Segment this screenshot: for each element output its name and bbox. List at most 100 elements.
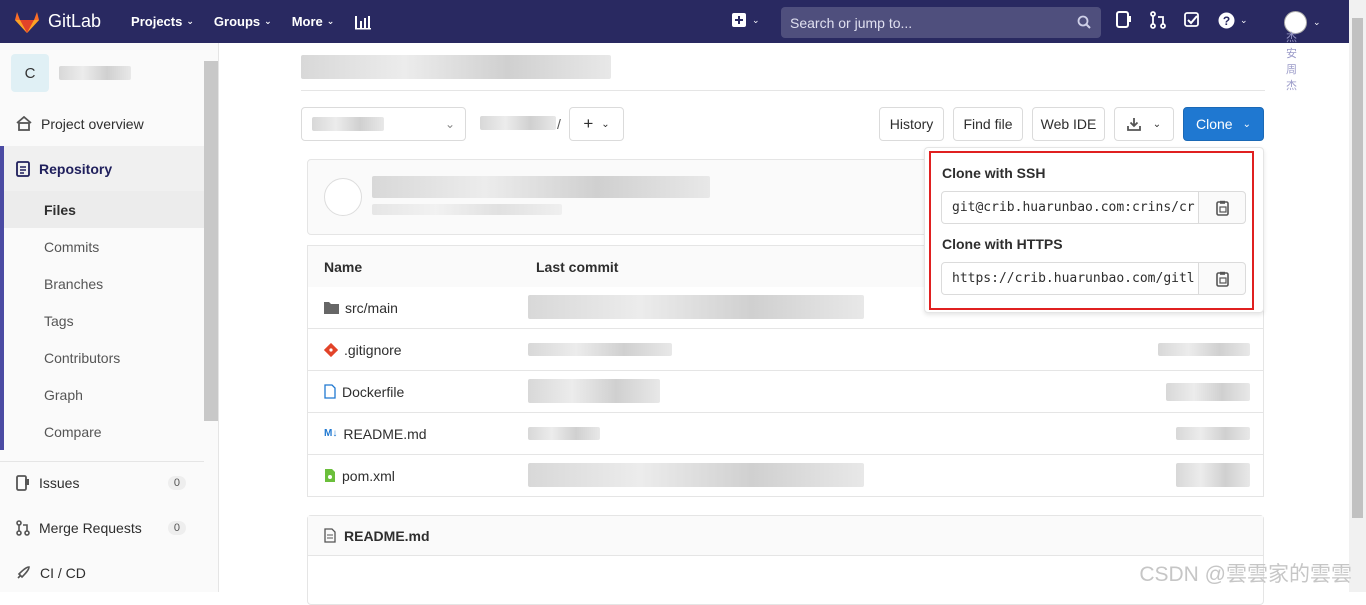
download-dropdown[interactable]: ⌄: [1114, 107, 1174, 141]
branch-name-redacted: [312, 117, 384, 131]
row-commit-redacted: [528, 463, 864, 487]
top-navbar: GitLab Projects ⌄ Groups ⌄ More ⌄ ⌄ Search …: [0, 0, 1349, 43]
page-scrollbar[interactable]: [1349, 0, 1366, 592]
sidebar-item-overview[interactable]: Project overview: [0, 105, 218, 142]
sidebar-item-issues[interactable]: Issues 0: [0, 464, 219, 501]
file-icon: [324, 384, 336, 399]
sidebar-item-ci-cd[interactable]: CI / CD: [0, 554, 219, 591]
chevron-down-icon: ⌄: [752, 14, 760, 25]
clone-button-label: Clone: [1196, 116, 1233, 132]
markdown-icon: M↓: [324, 428, 338, 439]
row-date-redacted: [1158, 343, 1250, 356]
web-ide-button[interactable]: Web IDE: [1032, 107, 1105, 141]
table-row[interactable]: M↓ README.md: [307, 413, 1264, 455]
folder-icon: [324, 302, 339, 314]
gitlab-fox-icon: [15, 11, 39, 33]
sidebar-scrollbar[interactable]: [204, 61, 218, 421]
copy-ssh-button[interactable]: [1198, 191, 1246, 224]
sidebar-sub-contributors[interactable]: Contributors: [0, 339, 218, 376]
table-row[interactable]: .gitignore: [307, 329, 1264, 371]
readme-header: README.md: [308, 516, 1263, 556]
chevron-down-icon: ⌄: [601, 118, 610, 130]
nav-groups-label: Groups: [213, 14, 261, 29]
clone-button[interactable]: Clone ⌄: [1183, 107, 1264, 141]
commit-author-avatar: [324, 178, 362, 216]
copy-https-button[interactable]: [1198, 262, 1246, 295]
file-name[interactable]: pom.xml: [342, 468, 395, 484]
git-file-icon: [324, 342, 338, 357]
table-row[interactable]: Dockerfile: [307, 371, 1264, 413]
history-button[interactable]: History: [879, 107, 944, 141]
sidebar-divider: [0, 461, 204, 462]
sidebar-item-repository[interactable]: Repository: [0, 146, 218, 191]
row-commit-redacted: [528, 379, 660, 403]
sidebar-sub-graph[interactable]: Graph: [0, 376, 218, 413]
ssh-url-input[interactable]: git@crib.huarunbao.com:crins/cr: [941, 191, 1199, 224]
new-item-dropdown[interactable]: ⌄: [732, 13, 760, 27]
sidebar-sub-commits[interactable]: Commits: [0, 228, 218, 265]
clipboard-icon: [1215, 271, 1229, 287]
clone-https-label: Clone with HTTPS: [942, 236, 1063, 252]
path-separator: /: [557, 116, 561, 132]
project-name-redacted: [59, 66, 131, 80]
branch-select[interactable]: ⌄: [301, 107, 466, 141]
plus-square-icon: [732, 13, 746, 27]
col-name-header: Name: [324, 258, 363, 275]
find-file-button[interactable]: Find file: [953, 107, 1023, 141]
commit-message-redacted[interactable]: [372, 176, 710, 198]
header-divider: [301, 90, 1265, 91]
file-name[interactable]: .gitignore: [344, 342, 402, 358]
clone-ssh-label: Clone with SSH: [942, 165, 1046, 181]
chevron-down-icon: ⌄: [1152, 118, 1162, 130]
project-header[interactable]: C: [0, 43, 218, 103]
sidebar-sub-files[interactable]: Files: [0, 191, 218, 228]
sidebar-sub-branches[interactable]: Branches: [0, 265, 218, 302]
page-title-redacted: [301, 55, 611, 79]
sidebar-item-label: Issues: [39, 474, 80, 491]
breadcrumb-path-redacted[interactable]: [480, 116, 556, 130]
gitlab-logo[interactable]: GitLab: [14, 10, 101, 34]
merge-request-nav-icon[interactable]: [1150, 11, 1166, 29]
nav-more[interactable]: More ⌄: [284, 8, 343, 36]
row-commit-redacted: [528, 343, 672, 356]
project-sidebar: C Project overview Repository Files Comm…: [0, 43, 219, 592]
todo-check-icon[interactable]: [1184, 12, 1200, 28]
svg-text:?: ?: [1223, 14, 1230, 28]
issues-nav-icon[interactable]: [1116, 11, 1132, 29]
sidebar-sub-compare[interactable]: Compare: [0, 413, 218, 450]
chevron-down-icon: ⌄: [444, 117, 455, 131]
mr-count-badge: 0: [167, 520, 186, 535]
file-name[interactable]: src/main: [345, 300, 398, 316]
file-name[interactable]: README.md: [343, 426, 426, 442]
project-avatar: C: [11, 54, 49, 92]
download-icon: [1126, 118, 1141, 131]
add-to-tree-dropdown[interactable]: + ⌄: [569, 107, 624, 141]
readme-title[interactable]: README.md: [344, 528, 430, 544]
search-placeholder: Search or jump to...: [790, 14, 913, 31]
search-input[interactable]: Search or jump to...: [781, 7, 1101, 38]
nav-groups[interactable]: Groups ⌄: [206, 8, 280, 36]
sidebar-sub-tags[interactable]: Tags: [0, 302, 218, 339]
row-commit-redacted: [528, 295, 864, 319]
sidebar-item-label: Repository: [39, 160, 113, 177]
merge-request-icon: [16, 519, 30, 536]
help-icon: ?: [1218, 12, 1235, 28]
file-name[interactable]: Dockerfile: [342, 384, 404, 400]
sidebar-item-merge-requests[interactable]: Merge Requests 0: [0, 509, 219, 546]
activity-chart-icon[interactable]: [346, 8, 380, 36]
plus-icon: +: [583, 114, 594, 133]
table-row[interactable]: pom.xml: [307, 455, 1264, 497]
https-url-input[interactable]: https://crib.huarunbao.com/gitl: [941, 262, 1199, 295]
sidebar-item-label: Merge Requests: [39, 519, 142, 536]
rocket-icon: [17, 566, 30, 579]
chevron-down-icon: ⌄: [1313, 17, 1321, 27]
chevron-down-icon: ⌄: [264, 16, 272, 26]
chevron-down-icon: ⌄: [1240, 14, 1248, 25]
page-scrollbar-thumb[interactable]: [1352, 18, 1363, 518]
watermark-text: CSDN @雲雲家的雲雲: [1139, 563, 1352, 586]
document-icon: [324, 528, 336, 543]
sidebar-item-label: Project overview: [41, 115, 144, 132]
nav-projects[interactable]: Projects ⌄: [123, 8, 202, 36]
help-dropdown[interactable]: ? ⌄: [1218, 12, 1248, 29]
sidebar-item-label: CI / CD: [40, 564, 86, 581]
